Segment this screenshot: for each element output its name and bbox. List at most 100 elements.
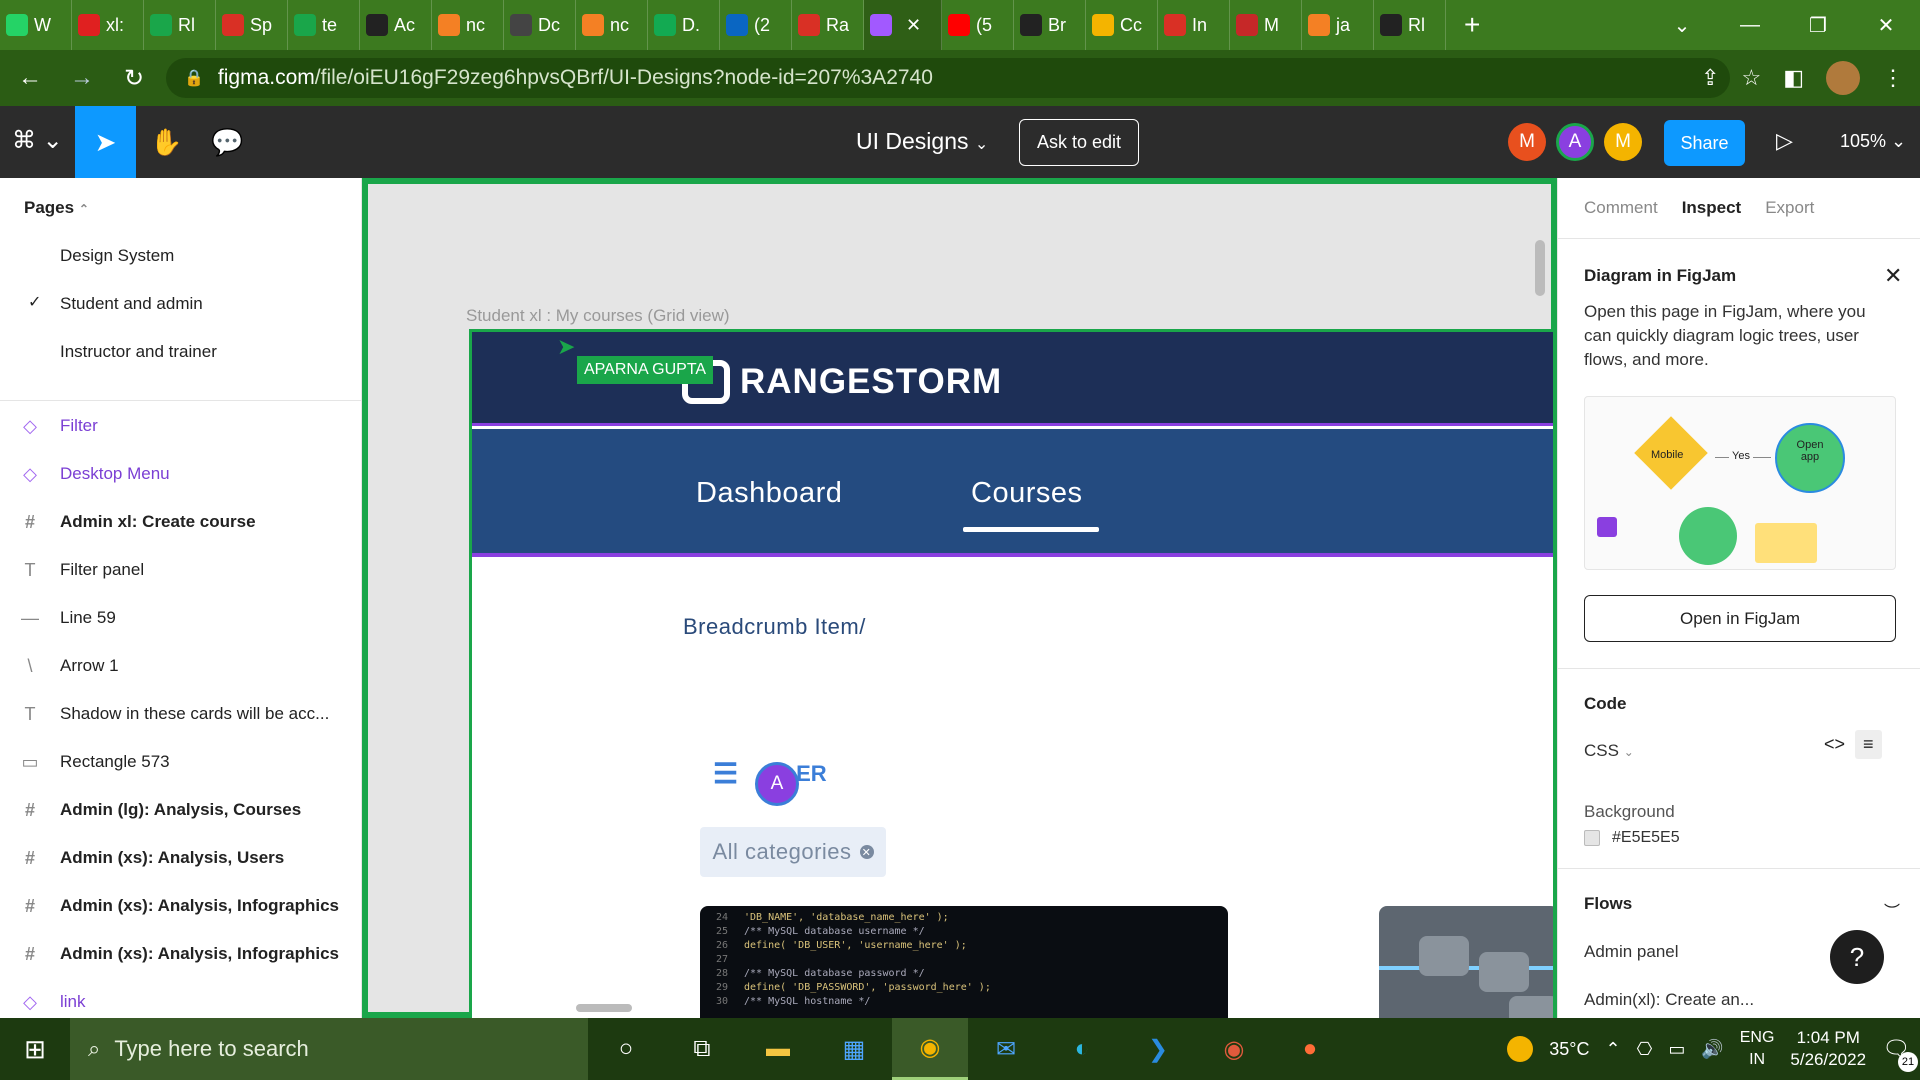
back-icon[interactable]: ←	[8, 64, 52, 92]
horizontal-scrollbar[interactable]	[576, 1004, 632, 1012]
layer-item[interactable]: # Admin (xs): Analysis, Infographics	[0, 930, 362, 978]
help-button[interactable]: ?	[1830, 930, 1884, 984]
more-menu-icon[interactable]: ⋮	[1882, 65, 1904, 91]
browser-tab[interactable]: nc	[432, 0, 504, 50]
page-item-instructor-and-trainer[interactable]: Instructor and trainer	[60, 342, 217, 362]
windows-start-icon[interactable]: ⊞	[0, 1034, 70, 1065]
share-button[interactable]: Share	[1664, 120, 1745, 166]
browser-tab[interactable]: In	[1158, 0, 1230, 50]
background-value[interactable]: #E5E5E5	[1612, 829, 1680, 847]
design-frame[interactable]: RANGESTORM APARNA GUPTA Dashboard Course…	[469, 329, 1553, 1019]
tab-search-icon[interactable]: ⌄	[1648, 13, 1716, 38]
chrome-profile-icon[interactable]: ◉	[1196, 1018, 1272, 1080]
layer-item[interactable]: — Line 59	[0, 594, 362, 642]
browser-tab[interactable]: Rl	[1374, 0, 1446, 50]
close-tab-icon[interactable]: ✕	[906, 15, 921, 36]
restore-button[interactable]: ❐	[1784, 13, 1852, 38]
layer-item[interactable]: T Shadow in these cards will be acc...	[0, 690, 362, 738]
close-icon[interactable]: ✕	[1884, 263, 1902, 289]
new-tab-icon[interactable]: +	[1464, 9, 1480, 41]
browser-tab[interactable]: (5	[942, 0, 1014, 50]
canvas[interactable]: Student xl : My courses (Grid view) RANG…	[362, 178, 1557, 1019]
edge-icon[interactable]: ◐	[1044, 1018, 1120, 1080]
browser-tab[interactable]: nc	[576, 0, 648, 50]
presence-avatar-1[interactable]: M	[1508, 123, 1546, 161]
course-card-image-3d[interactable]	[1379, 906, 1553, 1019]
tab-export[interactable]: Export	[1765, 198, 1814, 218]
hand-tool-icon[interactable]: ✋	[136, 106, 197, 178]
layer-item[interactable]: # Admin xl: Create course	[0, 498, 362, 546]
side-panel-icon[interactable]: ◧	[1783, 65, 1804, 91]
nav-dashboard[interactable]: Dashboard	[696, 477, 842, 510]
open-in-figjam-button[interactable]: Open in FigJam	[1584, 595, 1896, 642]
figma-menu-icon[interactable]: ⌘ ⌄	[12, 126, 63, 155]
code-icon[interactable]: <>	[1824, 734, 1845, 755]
clock[interactable]: 1:04 PM 5/26/2022	[1790, 1027, 1866, 1071]
browser-tab[interactable]: Sp	[216, 0, 288, 50]
layer-item[interactable]: ◇ Filter	[0, 402, 362, 450]
page-item-student-and-admin[interactable]: Student and admin	[60, 294, 203, 314]
presence-avatar-2[interactable]: A	[1556, 123, 1594, 161]
flow-item[interactable]: Admin(xl): Create an...	[1584, 990, 1754, 1010]
layer-item[interactable]: # Admin (xs): Analysis, Infographics	[0, 882, 362, 930]
file-explorer-icon[interactable]: ▬	[740, 1018, 816, 1080]
url-field[interactable]: 🔒 figma.com/file/oiEU16gF29zeg6hpvsQBrf/…	[166, 58, 1730, 98]
layer-item[interactable]: # Admin (lg): Analysis, Courses	[0, 786, 362, 834]
browser-tab[interactable]: Rl	[144, 0, 216, 50]
cortana-icon[interactable]: ○	[588, 1018, 664, 1080]
layer-item[interactable]: # Admin (xs): Analysis, Users	[0, 834, 362, 882]
vscode-icon[interactable]: ❯	[1120, 1018, 1196, 1080]
battery-icon[interactable]: ▭	[1668, 1039, 1685, 1060]
layer-item[interactable]: T Filter panel	[0, 546, 362, 594]
breadcrumb[interactable]: Breadcrumb Item/	[683, 614, 866, 640]
frame-label[interactable]: Student xl : My courses (Grid view)	[466, 306, 730, 326]
present-play-icon[interactable]: ▷	[1776, 128, 1793, 154]
chrome-icon[interactable]: ◉	[892, 1018, 968, 1080]
browser-tab[interactable]: Ac	[360, 0, 432, 50]
browser-tab[interactable]: W	[0, 0, 72, 50]
flows-collapse-icon[interactable]: ︶	[1884, 898, 1900, 922]
share-page-icon[interactable]: ⇪	[1701, 65, 1719, 91]
profile-avatar[interactable]	[1826, 61, 1860, 95]
layer-item[interactable]: \ Arrow 1	[0, 642, 362, 690]
browser-tab[interactable]: Dc	[504, 0, 576, 50]
minimize-button[interactable]: —	[1716, 14, 1784, 37]
store-icon[interactable]: ▦	[816, 1018, 892, 1080]
forward-icon[interactable]: →	[60, 64, 104, 92]
browser-tab[interactable]: ✕	[864, 0, 942, 50]
close-window-button[interactable]: ✕	[1852, 13, 1920, 38]
chevron-up-icon[interactable]: ⌃	[1606, 1039, 1621, 1060]
taskbar-search[interactable]: ⌕ Type here to search	[70, 1018, 588, 1080]
browser-tab[interactable]: D.	[648, 0, 720, 50]
notification-icon[interactable]: 🗨 21	[1882, 1036, 1918, 1072]
mail-icon[interactable]: ✉	[968, 1018, 1044, 1080]
vertical-scrollbar[interactable]	[1535, 240, 1545, 296]
volume-icon[interactable]: 🔊	[1701, 1039, 1723, 1060]
browser-tab[interactable]: Cc	[1086, 0, 1158, 50]
postman-icon[interactable]: ●	[1272, 1018, 1348, 1080]
browser-tab[interactable]: (2	[720, 0, 792, 50]
nav-courses[interactable]: Courses	[971, 477, 1083, 510]
move-tool-icon[interactable]: ➤	[75, 106, 136, 178]
tab-inspect[interactable]: Inspect	[1682, 198, 1742, 218]
file-name[interactable]: UI Designs ⌄	[856, 128, 988, 155]
browser-tab[interactable]: Br	[1014, 0, 1086, 50]
category-chip[interactable]: All categories ✕	[700, 827, 886, 877]
browser-tab[interactable]: Ra	[792, 0, 864, 50]
flow-item[interactable]: Admin panel	[1584, 942, 1679, 962]
bookmark-star-icon[interactable]: ☆	[1741, 65, 1761, 91]
weather-icon[interactable]	[1507, 1036, 1534, 1062]
page-item-design-system[interactable]: Design System	[60, 246, 174, 266]
layer-item[interactable]: ◇ Desktop Menu	[0, 450, 362, 498]
comment-tool-icon[interactable]: 💬	[197, 106, 258, 178]
meet-icon[interactable]: ⎔	[1637, 1039, 1653, 1060]
reload-icon[interactable]: ↻	[112, 64, 156, 93]
language-indicator[interactable]: ENG IN	[1740, 1027, 1775, 1071]
browser-tab[interactable]: M	[1230, 0, 1302, 50]
course-card-image-code[interactable]: 24 'DB_NAME', 'database_name_here' ); 25/…	[700, 906, 1228, 1019]
task-view-icon[interactable]: ⧉	[664, 1018, 740, 1080]
browser-tab[interactable]: ja	[1302, 0, 1374, 50]
browser-tab[interactable]: te	[288, 0, 360, 50]
list-icon[interactable]: ≡	[1855, 730, 1882, 759]
pages-header[interactable]: Pages ⌃	[24, 198, 89, 218]
